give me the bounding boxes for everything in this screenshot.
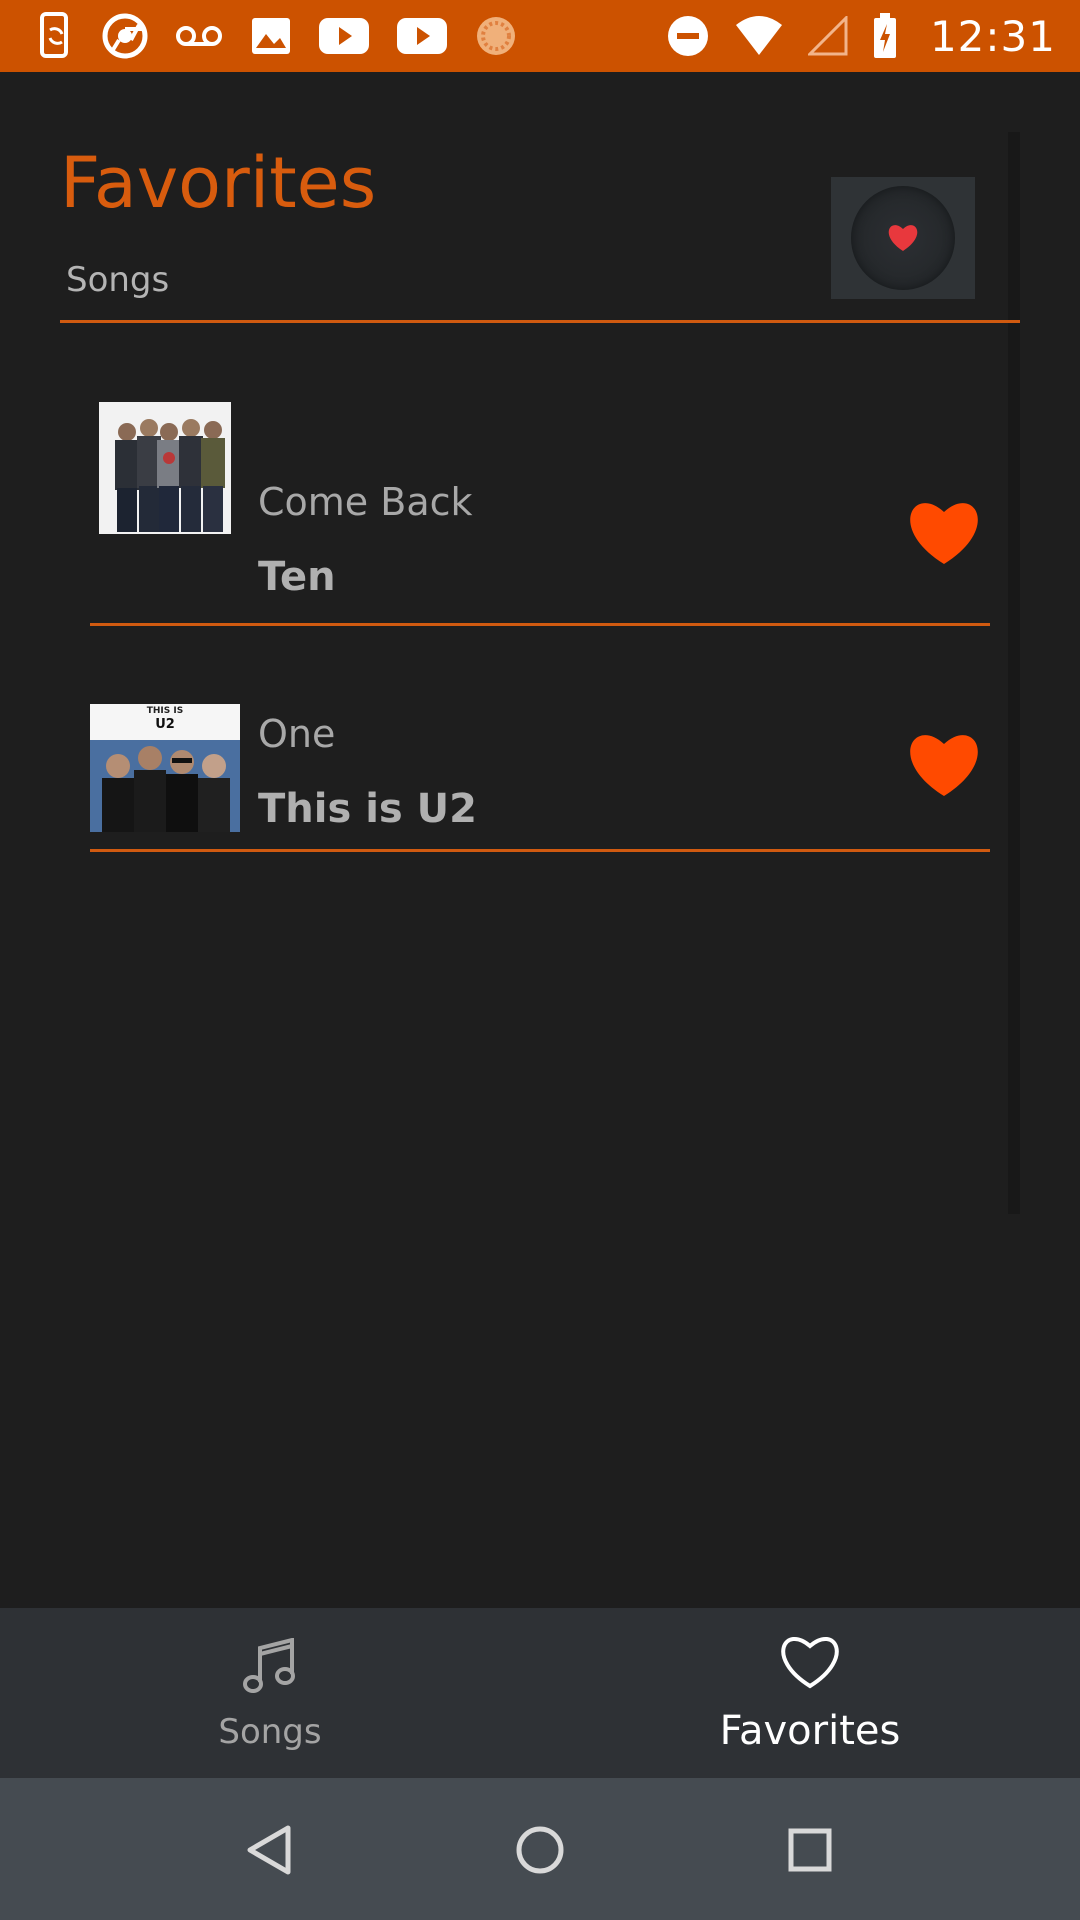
album-art-ten (99, 402, 231, 534)
heart-outline-icon (777, 1634, 843, 1694)
loading-icon (474, 14, 518, 58)
tab-favorites[interactable]: Favorites (540, 1608, 1080, 1778)
wifi-icon (734, 15, 784, 57)
home-button[interactable] (504, 1814, 576, 1886)
signal-icon (807, 16, 848, 56)
chrome-icon (102, 13, 148, 59)
page-title: Favorites (60, 142, 377, 224)
section-label: Songs (66, 260, 170, 300)
song-album: This is U2 (258, 786, 477, 832)
status-bar: 12:31 (0, 0, 1080, 72)
favorite-toggle-button[interactable] (904, 730, 984, 800)
recents-icon (788, 1828, 832, 1872)
home-icon (516, 1826, 564, 1874)
bottom-navigation: Songs Favorites (0, 1608, 1080, 1778)
voicemail-icon (174, 21, 224, 51)
favorites-content[interactable]: Favorites Songs Come Back Ten THIS IS U2… (0, 72, 1080, 1608)
phone-sync-icon (36, 12, 76, 60)
image-icon (250, 16, 292, 56)
song-row-one[interactable]: THIS IS U2 One This is U2 (90, 620, 990, 860)
tab-songs-label: Songs (218, 1712, 322, 1752)
header-divider (60, 320, 1020, 323)
youtube-icon (396, 17, 448, 55)
header-badge (831, 177, 975, 299)
album-art-caption-line1: THIS IS (146, 706, 184, 716)
recents-button[interactable] (774, 1814, 846, 1886)
song-title: One (258, 712, 336, 756)
screen: 12:31 Favorites Songs Come Back Ten THIS… (0, 0, 1080, 1920)
status-notification-icons (36, 12, 518, 60)
back-icon (247, 1825, 291, 1875)
song-row-come-back[interactable]: Come Back Ten (90, 388, 990, 628)
heart-filled-icon (910, 735, 978, 796)
tab-songs[interactable]: Songs (0, 1608, 540, 1778)
song-title: Come Back (258, 480, 473, 524)
row-divider (90, 849, 990, 852)
status-system-icons: 12:31 (666, 12, 1056, 61)
scrollbar-track[interactable] (1008, 132, 1020, 1214)
tab-favorites-label: Favorites (719, 1708, 901, 1754)
heart-filled-icon (910, 503, 978, 564)
back-button[interactable] (234, 1814, 306, 1886)
album-art-this-is-u2: THIS IS U2 (90, 704, 240, 832)
system-navigation-bar (0, 1778, 1080, 1920)
do-not-disturb-icon (666, 14, 710, 58)
favorite-toggle-button[interactable] (904, 498, 984, 568)
status-time: 12:31 (929, 11, 1056, 61)
youtube-icon (318, 17, 370, 55)
music-note-icon (242, 1637, 298, 1700)
album-art-caption-line2: U2 (155, 717, 175, 732)
song-album: Ten (258, 554, 336, 600)
battery-charging-icon (872, 12, 898, 60)
heart-disc-icon (851, 186, 955, 290)
